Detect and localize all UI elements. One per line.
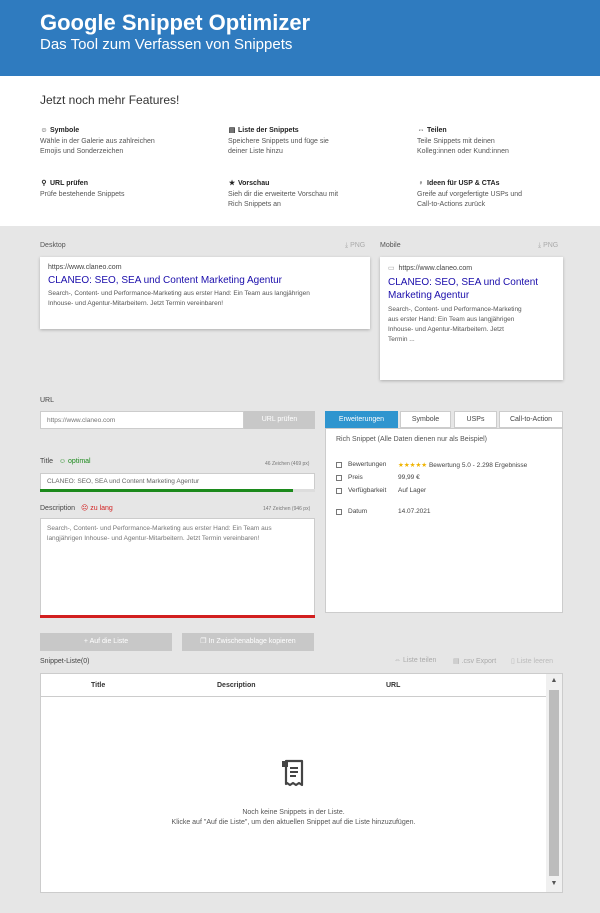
ext-row-datum: Datum 14.07.2021 <box>336 508 556 518</box>
features-title: Jetzt noch mehr Features! <box>40 93 180 107</box>
file-icon: ▤ <box>453 658 460 665</box>
feature-vorschau: ★ Vorschau Sieh dir die erweiterte Vorsch… <box>228 180 339 208</box>
desktop-label: Desktop <box>40 242 66 249</box>
clear-list-button[interactable]: ▯ Liste leeren <box>511 657 553 665</box>
share-list-button[interactable]: ⇔ Liste teilen <box>394 657 436 664</box>
preview-desc-1: Search-, Content- und Performance-Market… <box>48 290 310 297</box>
scroll-down-icon[interactable]: ▼ <box>546 880 562 887</box>
feature-url-pruefen: ⚲ URL prüfen Prüfe bestehende Snippets <box>40 180 125 198</box>
favicon-icon: ▭ <box>388 265 395 272</box>
desc-label-row: Description ☹ zu lang <box>40 505 113 512</box>
ext-row-preis: Preis 99,99 € <box>336 474 556 484</box>
mobile-preview-title-2: Marketing Agentur <box>388 290 470 301</box>
app-subtitle: Das Tool zum Verfassen von Snippets <box>40 36 293 53</box>
rating-stars: ★★★★★ <box>398 462 428 469</box>
mobile-png-button[interactable]: ⤓ PNG <box>538 242 558 250</box>
scroll-thumb[interactable] <box>549 690 559 876</box>
plus-icon: + <box>83 638 88 645</box>
download-icon: ⤓ <box>538 242 542 249</box>
url-check-button[interactable]: URL prüfen <box>244 411 315 429</box>
scroll-up-icon[interactable]: ▲ <box>546 677 562 684</box>
csv-export-button[interactable]: ▤ .csv Export <box>453 657 496 665</box>
copy-icon: ❐ <box>200 638 207 645</box>
url-label: URL <box>40 397 55 404</box>
share-icon: ⇔ <box>394 657 401 664</box>
col-url: URL <box>386 682 401 689</box>
bad-smiley-icon: ☹ <box>80 505 89 512</box>
smiley-icon: ☺ <box>40 127 48 134</box>
app-title: Google Snippet Optimizer <box>40 10 311 35</box>
extensions-panel: Rich Snippet (Alle Daten dienen nur als … <box>325 428 563 613</box>
header-divider <box>41 696 546 697</box>
feature-liste: ▤ Liste der Snippets Speichere Snippets u… <box>228 127 329 155</box>
mobile-preview-card: ▭ https://www.claneo.com CLANEO: SEO, SE… <box>380 257 563 380</box>
share-icon: ⇔ <box>417 127 425 134</box>
download-icon: ⤓ <box>345 242 349 249</box>
col-title: Title <box>91 682 106 689</box>
url-input[interactable] <box>40 411 244 429</box>
desc-textarea[interactable]: Search-, Content- und Performance-Market… <box>40 518 315 616</box>
title-count: 46 Zeichen (469 px) <box>265 461 310 467</box>
checkbox-preis[interactable] <box>336 475 342 481</box>
desc-progress-track <box>40 615 315 618</box>
trash-icon: ▯ <box>511 658 515 665</box>
desc-count: 147 Zeichen (946 px) <box>263 506 311 512</box>
checkbox-bewertungen[interactable] <box>336 462 342 468</box>
empty-line-1: Noch keine Snippets in der Liste. <box>242 809 345 816</box>
desktop-preview-card: https://www.claneo.com CLANEO: SEO, SEA … <box>40 257 370 329</box>
ext-row-bewertungen: Bewertungen ★★★★★ Bewertung 5.0 - 2.298 … <box>336 461 556 471</box>
snippet-count: (0) <box>80 658 90 665</box>
preview-url: https://www.claneo.com <box>48 264 122 271</box>
tab-erweiterungen[interactable]: Erweiterungen <box>325 411 398 428</box>
tab-usps[interactable]: USPs <box>454 411 497 428</box>
ext-row-verfuegbarkeit: Verfügbarkeit Auf Lager <box>336 487 556 497</box>
feature-ideen: ♀ Ideen für USP & CTAs Greife auf vorgefe… <box>417 180 523 208</box>
title-label-row: Title ☺ optimal <box>40 458 91 465</box>
lightbulb-icon: ♀ <box>418 180 424 187</box>
list-icon: ▤ <box>228 127 236 134</box>
mobile-label: Mobile <box>380 242 401 249</box>
checkbox-verfuegbarkeit[interactable] <box>336 488 342 494</box>
ok-smiley-icon: ☺ <box>58 458 67 465</box>
mobile-preview-url: https://www.claneo.com <box>398 265 473 272</box>
preview-desc-2: Inhouse- und Agentur-Mitarbeitern. Jetzt… <box>48 300 224 307</box>
mobile-preview-title-1: CLANEO: SEO, SEA und Content <box>388 277 539 288</box>
snippet-table: Title Description URL Noch keine Snippet… <box>40 673 563 893</box>
app-header: Google Snippet Optimizer Das Tool zum Ve… <box>0 0 600 76</box>
snippet-list-title: Snippet-Liste(0) <box>40 658 90 665</box>
copy-clipboard-button[interactable]: ❐ In Zwischenablage kopieren <box>182 633 314 651</box>
receipt-icon <box>282 759 304 787</box>
title-status: optimal <box>68 458 91 465</box>
tab-symbole[interactable]: Symbole <box>400 411 451 428</box>
col-description: Description <box>217 682 256 689</box>
feature-symbole: ☺ Symbole Wähle in der Galerie aus zahlre… <box>40 127 155 155</box>
search-icon: ⚲ <box>41 180 47 187</box>
checkbox-datum[interactable] <box>336 509 342 515</box>
features-section: Jetzt noch mehr Features! ☺ Symbole Wähle… <box>0 76 600 226</box>
title-input[interactable]: CLANEO: SEO, SEA und Content Marketing A… <box>40 473 315 490</box>
tab-call-to-action[interactable]: Call-to-Action <box>499 411 563 428</box>
title-progress-track <box>40 489 315 492</box>
title-progress-fill <box>40 489 293 492</box>
star-icon: ★ <box>228 180 236 187</box>
table-scrollbar[interactable]: ▲ ▼ <box>546 674 562 892</box>
desc-status: zu lang <box>90 505 113 512</box>
rich-snippet-note: Rich Snippet (Alle Daten dienen nur als … <box>336 436 487 443</box>
feature-teilen: ⇔ Teilen Teile Snippets mit deinen Kolleg… <box>417 127 509 155</box>
add-to-list-button[interactable]: + Auf die Liste <box>40 633 172 651</box>
desc-progress-fill <box>40 615 315 618</box>
empty-line-2: Klicke auf "Auf die Liste", um den aktue… <box>171 819 416 826</box>
desktop-png-button[interactable]: ⤓ PNG <box>345 242 365 250</box>
preview-title: CLANEO: SEO, SEA und Content Marketing A… <box>48 275 283 286</box>
